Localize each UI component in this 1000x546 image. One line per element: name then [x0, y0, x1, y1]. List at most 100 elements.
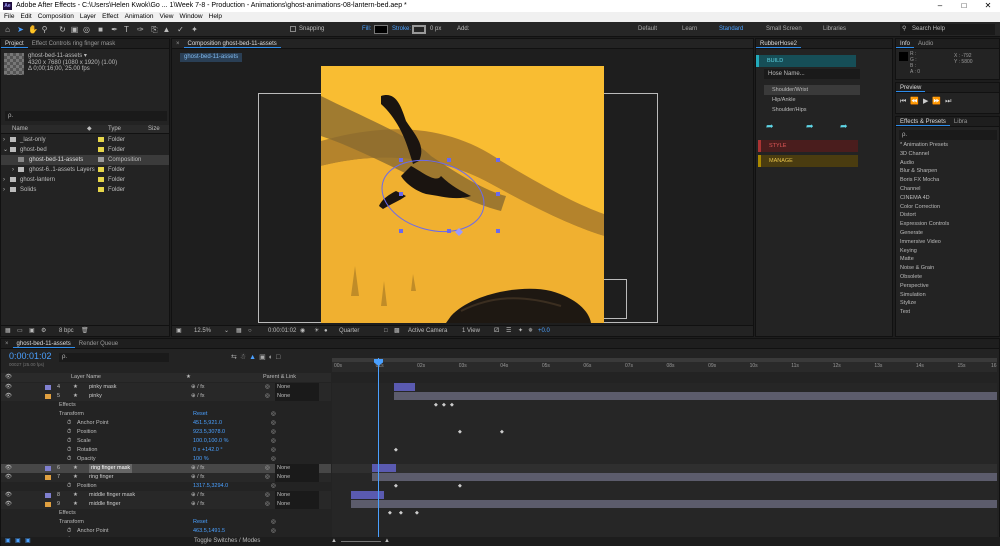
layer-label-color[interactable] [45, 475, 51, 480]
playhead-line[interactable] [378, 358, 379, 538]
timeline-layer-row[interactable]: 👁 5 ★ pinky ⊕ / fx ◎ None [1, 392, 331, 401]
resolution-dropdown[interactable]: Quarter [339, 326, 359, 337]
last-frame-icon[interactable]: ⏭ [945, 98, 955, 105]
menu-view[interactable]: View [160, 12, 174, 22]
frame-blending-icon[interactable]: ▣ [259, 354, 269, 361]
leg-preset-icon[interactable]: ➦ [806, 121, 814, 132]
parent-pickwhip-icon[interactable]: ◎ [265, 500, 270, 509]
timeline-property-row[interactable]: ⏱ Scale 100.0,100.0 % ◎ [1, 437, 331, 446]
stopwatch-icon[interactable]: ⏱ [67, 455, 71, 464]
layer-switches[interactable]: ⊕ / fx [191, 500, 204, 509]
zoom-dropdown[interactable]: 12.5% [194, 326, 211, 337]
mask-vertex-handle[interactable] [496, 158, 500, 162]
fill-swatch[interactable] [374, 25, 388, 34]
expression-pickwhip-icon[interactable]: ◎ [271, 419, 276, 428]
effect-category[interactable]: Boris FX Mocha [896, 176, 999, 185]
effect-category[interactable]: Noise & Grain [896, 264, 999, 273]
new-folder-icon[interactable]: ▭ [17, 326, 23, 337]
expression-pickwhip-icon[interactable]: ◎ [271, 446, 276, 455]
timeline-property-row[interactable]: Effects [1, 509, 331, 518]
maximize-button[interactable]: □ [952, 0, 976, 12]
timeline-property-row[interactable]: ⏱ Position 923.5,3078.0 ◎ [1, 428, 331, 437]
expression-pickwhip-icon[interactable]: ◎ [271, 428, 276, 437]
column-size[interactable]: Size [148, 125, 160, 134]
camera-dropdown[interactable]: Active Camera [408, 326, 447, 337]
close-tab-icon[interactable]: × [1, 339, 13, 348]
grid-icon[interactable]: ▦ [236, 326, 242, 337]
timeline-track[interactable] [332, 527, 997, 536]
stopwatch-icon[interactable]: ⏱ [67, 446, 71, 455]
project-item[interactable]: ⌄ ghost-bed Folder [1, 145, 169, 155]
visibility-eye-icon[interactable]: 👁 [5, 473, 12, 482]
layer-switches[interactable]: ⊕ / fx [191, 392, 204, 401]
timeline-track[interactable] [332, 419, 997, 428]
layer-name[interactable]: middle finger [89, 500, 121, 509]
hose-option[interactable]: Hip/Ankle [764, 95, 860, 105]
layer-name[interactable]: ring finger [89, 473, 113, 482]
brush-tool-icon[interactable]: ✑ [136, 24, 145, 35]
always-preview-icon[interactable]: ▣ [176, 326, 182, 337]
expand-time-controls-icon[interactable]: ▣ [25, 537, 31, 546]
stopwatch-icon[interactable]: ⏱ [67, 527, 71, 536]
layer-duration-bar[interactable] [394, 392, 997, 400]
layer-duration-bar[interactable] [394, 383, 415, 391]
timeline-track[interactable] [332, 500, 997, 509]
property-value[interactable]: 463.5,1491.5 [193, 527, 225, 536]
workspace-small-screen[interactable]: Small Screen [766, 22, 802, 37]
timeline-property-row[interactable]: ⏱ Opacity 100 % ◎ [1, 455, 331, 464]
zoom-out-icon[interactable]: ▲ [331, 537, 337, 546]
expression-pickwhip-icon[interactable]: ◎ [271, 455, 276, 464]
puppet-tool-icon[interactable]: ✦ [190, 24, 199, 35]
layer-label-color[interactable] [45, 385, 51, 390]
column-name[interactable]: Name [12, 125, 28, 134]
composition-mini-flowchart-icon[interactable]: ⇆ [231, 354, 240, 361]
menu-window[interactable]: Window [180, 12, 203, 22]
search-help-field[interactable]: ⚲ Search Help [900, 24, 995, 35]
menu-composition[interactable]: Composition [38, 12, 74, 22]
label-color-swatch[interactable] [98, 177, 104, 182]
arm-preset-icon[interactable]: ➦ [766, 121, 774, 132]
timeline-track[interactable] [332, 437, 997, 446]
layer-name[interactable]: ring finger mask [89, 464, 133, 473]
timeline-track[interactable]: ◆ ◆ [332, 482, 997, 491]
effect-category[interactable]: Keying [896, 247, 999, 256]
visibility-eye-icon[interactable]: 👁 [5, 392, 12, 401]
property-value[interactable]: Reset [193, 410, 207, 419]
roto-brush-tool-icon[interactable]: ✓ [176, 24, 185, 35]
workspace-libraries[interactable]: Libraries [823, 22, 846, 37]
effect-category[interactable]: Distort [896, 211, 999, 220]
project-item[interactable]: › ghost-lantern Folder [1, 175, 169, 185]
effect-category[interactable]: 3D Channel [896, 150, 999, 159]
zoom-tool-icon[interactable]: ⚲ [40, 24, 49, 35]
hose-option[interactable]: Shoulder/Wrist [764, 85, 860, 95]
timeline-search-input[interactable]: ρ. [59, 353, 169, 362]
layer-duration-bar[interactable] [372, 473, 997, 481]
expand-layer-switches-icon[interactable]: ▣ [5, 537, 11, 546]
timeline-layer-row[interactable]: 👁 4 ★ pinky mask ⊕ / fx ◎ None [1, 383, 331, 392]
property-value[interactable]: Reset [193, 518, 207, 527]
close-button[interactable]: ✕ [976, 0, 1000, 12]
toggle-switches-modes[interactable]: Toggle Switches / Modes [194, 537, 260, 546]
project-item[interactable]: › Solids Folder [1, 185, 169, 195]
effect-category[interactable]: Simulation [896, 291, 999, 300]
effect-category[interactable]: Immersive Video [896, 238, 999, 247]
effect-category[interactable]: CINEMA 4D [896, 194, 999, 203]
menu-effect[interactable]: Effect [102, 12, 119, 22]
layer-label-color[interactable] [45, 493, 51, 498]
keyframe-marker[interactable]: ◆ [434, 401, 438, 410]
stopwatch-icon[interactable]: ⏱ [67, 437, 71, 446]
keyframe-marker[interactable]: ◆ [415, 509, 419, 518]
property-value[interactable]: 100 % [193, 455, 209, 464]
timeline-track[interactable] [332, 473, 997, 482]
layer-duration-bar[interactable] [372, 464, 396, 472]
zoom-in-icon[interactable]: ▲ [384, 537, 390, 546]
menu-animation[interactable]: Animation [125, 12, 154, 22]
layer-duration-bar[interactable] [351, 491, 384, 499]
settings-icon[interactable]: ⚙ [41, 326, 46, 337]
foot-preset-icon[interactable]: ➦ [840, 121, 848, 132]
timeline-track[interactable]: ◆ [332, 446, 997, 455]
menu-help[interactable]: Help [209, 12, 222, 22]
mask-vertex-handle[interactable] [399, 158, 403, 162]
camera-tool-icon[interactable]: ▣ [70, 24, 79, 35]
label-color-swatch[interactable] [98, 187, 104, 192]
